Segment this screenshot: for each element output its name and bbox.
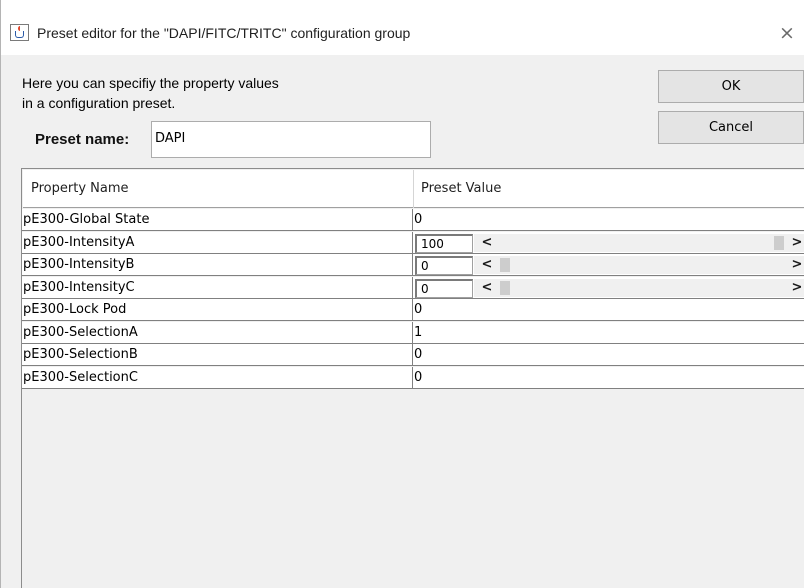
property-name-cell: pE300-Lock Pod [23, 302, 127, 317]
property-name-cell: pE300-SelectionB [23, 347, 138, 362]
preset-value-cell[interactable]: 0 [414, 347, 422, 362]
preset-value-cell[interactable]: 1 [414, 325, 422, 340]
column-divider [412, 344, 413, 366]
slider-thumb[interactable] [500, 258, 510, 272]
close-button[interactable]: × [774, 20, 800, 46]
column-divider [412, 209, 413, 231]
table-header: Property Name Preset Value [23, 170, 804, 208]
chevron-left-icon[interactable]: < [478, 234, 496, 252]
column-divider [412, 322, 413, 344]
help-text-line-2: in a configuration preset. [22, 95, 176, 111]
column-divider [412, 299, 413, 321]
property-table: Property Name Preset Value pE300-Global … [21, 168, 804, 588]
window-title: Preset editor for the "DAPI/FITC/TRITC" … [37, 25, 411, 41]
help-text-line-1: Here you can specifiy the property value… [22, 75, 279, 91]
table-row[interactable]: pE300-IntensityB 0 < > [22, 254, 804, 276]
preset-value-cell[interactable]: 0 [414, 212, 422, 227]
column-divider [412, 232, 413, 254]
table-row[interactable]: pE300-Global State 0 [22, 209, 804, 231]
preset-value-cell[interactable]: 0 [414, 370, 422, 385]
property-name-cell: pE300-IntensityA [23, 235, 135, 250]
preset-editor-dialog: Preset editor for the "DAPI/FITC/TRITC" … [0, 0, 804, 588]
column-divider [412, 367, 413, 389]
intensity-slider[interactable]: < > [474, 234, 804, 252]
column-divider [413, 170, 414, 208]
preset-name-input[interactable]: DAPI [151, 121, 431, 158]
java-cup-icon [10, 24, 29, 41]
ok-button[interactable]: OK [658, 70, 804, 103]
slider-thumb[interactable] [500, 281, 510, 295]
table-row[interactable]: pE300-IntensityC 0 < > [22, 277, 804, 299]
property-name-cell: pE300-Global State [23, 212, 150, 227]
preset-name-label: Preset name: [35, 131, 130, 148]
table-row[interactable]: pE300-Lock Pod 0 [22, 299, 804, 321]
column-divider [412, 254, 413, 276]
property-name-cell: pE300-IntensityB [23, 257, 135, 272]
chevron-left-icon[interactable]: < [478, 256, 496, 274]
intensity-slider[interactable]: < > [474, 279, 804, 297]
property-name-cell: pE300-IntensityC [23, 280, 135, 295]
intensity-value-field[interactable]: 0 [415, 279, 473, 298]
intensity-slider[interactable]: < > [474, 256, 804, 274]
column-divider [412, 277, 413, 299]
property-name-cell: pE300-SelectionA [23, 325, 138, 340]
intensity-value-field[interactable]: 100 [415, 234, 473, 253]
column-header-property-name[interactable]: Property Name [31, 181, 129, 196]
property-name-cell: pE300-SelectionC [23, 370, 138, 385]
table-row[interactable]: pE300-IntensityA 100 < > [22, 232, 804, 254]
column-header-preset-value[interactable]: Preset Value [421, 181, 501, 196]
intensity-value-field[interactable]: 0 [415, 256, 473, 275]
table-row[interactable]: pE300-SelectionB 0 [22, 344, 804, 366]
preset-value-cell[interactable]: 0 [414, 302, 422, 317]
chevron-left-icon[interactable]: < [478, 279, 496, 297]
table-row[interactable]: pE300-SelectionC 0 [22, 367, 804, 389]
chevron-right-icon[interactable]: > [788, 279, 804, 297]
chevron-right-icon[interactable]: > [788, 234, 804, 252]
slider-thumb[interactable] [774, 236, 784, 250]
title-bar: Preset editor for the "DAPI/FITC/TRITC" … [1, 0, 804, 55]
table-row[interactable]: pE300-SelectionA 1 [22, 322, 804, 344]
cancel-button[interactable]: Cancel [658, 111, 804, 144]
chevron-right-icon[interactable]: > [788, 256, 804, 274]
